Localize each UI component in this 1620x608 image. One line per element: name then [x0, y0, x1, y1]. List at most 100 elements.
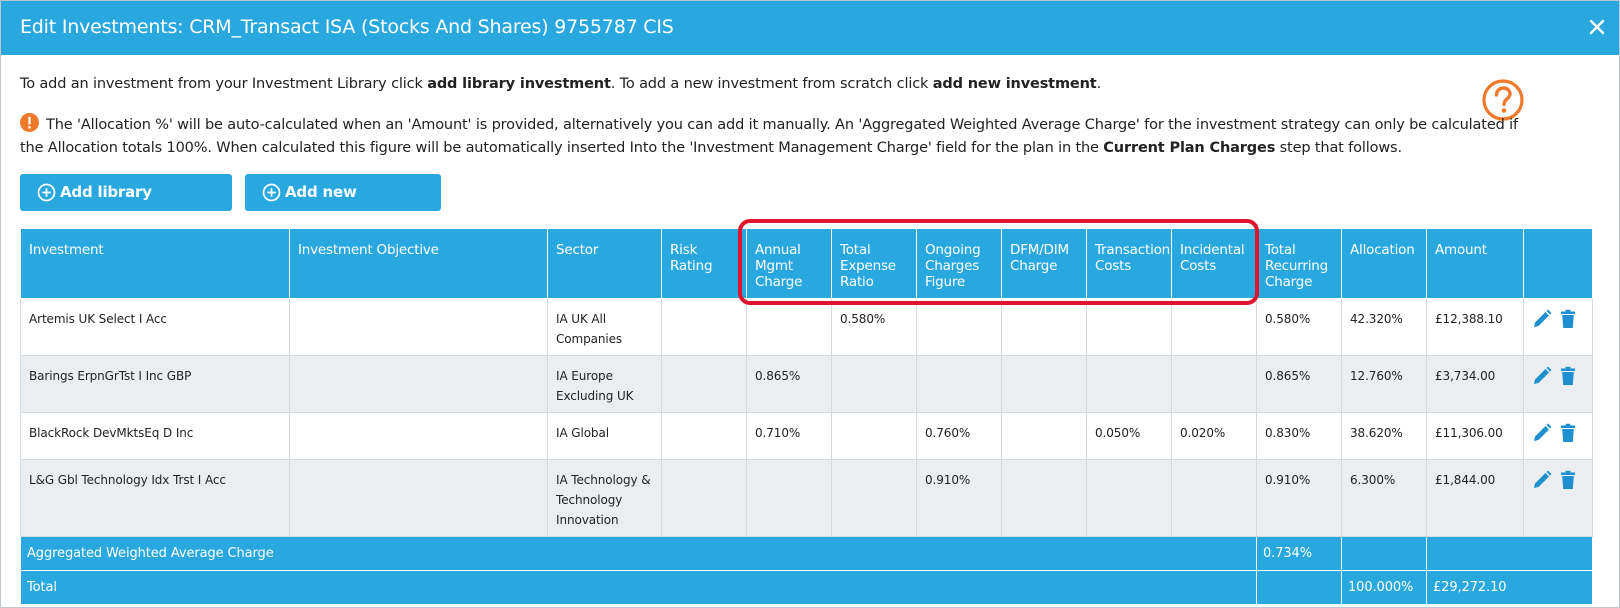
awac-empty	[1341, 536, 1427, 571]
cell-objective	[289, 355, 548, 413]
table-header-row: Investment Investment Objective Sector R…	[20, 228, 1593, 299]
cell-ongoing-charges-figure: 0.760%	[916, 412, 1002, 460]
edit-pencil-icon[interactable]	[1532, 470, 1552, 490]
col-header-risk-rating[interactable]: Risk Rating	[661, 228, 747, 299]
add-new-investment-button[interactable]: Add new investment	[245, 174, 441, 238]
cell-risk-rating	[661, 459, 747, 537]
edit-pencil-icon[interactable]	[1532, 423, 1552, 443]
cell-ongoing-charges-figure	[916, 298, 1002, 356]
table-row[interactable]: Barings ErpnGrTst I Inc GBP IA Europe Ex…	[20, 355, 1593, 413]
cell-ongoing-charges-figure: 0.910%	[916, 459, 1002, 537]
total-amount: £29,272.10	[1426, 570, 1593, 605]
cell-sector: IA UK All Companies	[547, 298, 662, 356]
cell-sector: IA Europe Excluding UK	[547, 355, 662, 413]
cell-allocation: 42.320%	[1341, 298, 1427, 356]
col-header-total-recurring-charge[interactable]: Total Recurring Charge	[1256, 228, 1342, 299]
col-header-objective[interactable]: Investment Objective	[289, 228, 548, 299]
col-header-amount[interactable]: Amount	[1426, 228, 1524, 299]
awac-label: Aggregated Weighted Average Charge	[20, 536, 1257, 571]
cell-amount: £12,388.10	[1426, 298, 1524, 356]
cell-transaction-costs	[1086, 459, 1172, 537]
col-header-transaction-costs[interactable]: Transaction Costs	[1086, 228, 1172, 299]
cell-dfm-dim-charge	[1001, 459, 1087, 537]
cell-transaction-costs	[1086, 355, 1172, 413]
delete-trash-icon[interactable]	[1558, 470, 1578, 490]
cell-total-recurring-charge: 0.580%	[1256, 298, 1342, 356]
cell-sector: IA Technology & Technology Innovation	[547, 459, 662, 537]
cell-incidental-costs	[1171, 459, 1257, 537]
intro-text: To add an investment from your Investmen…	[20, 74, 1101, 94]
intro-text-part: To add an investment from your Investmen…	[20, 76, 428, 92]
total-row: Total 100.000% £29,272.10	[20, 570, 1593, 605]
cell-actions	[1523, 355, 1593, 413]
cell-investment: BlackRock DevMktsEq D Inc	[20, 412, 290, 460]
cell-total-expense-ratio	[831, 459, 917, 537]
total-empty	[1256, 570, 1342, 605]
table-row[interactable]: L&G Gbl Technology Idx Trst I Acc IA Tec…	[20, 459, 1593, 537]
intro-bold-library: add library investment	[427, 76, 611, 92]
delete-trash-icon[interactable]	[1558, 423, 1578, 443]
total-allocation: 100.000%	[1341, 570, 1427, 605]
investments-table: Investment Investment Objective Sector R…	[20, 228, 1593, 605]
edit-pencil-icon[interactable]	[1532, 366, 1552, 386]
col-header-dfm-dim-charge[interactable]: DFM/DIM Charge	[1001, 228, 1087, 299]
total-label: Total	[20, 570, 1257, 605]
add-library-investment-button[interactable]: Add library investment	[20, 174, 232, 238]
cell-risk-rating	[661, 355, 747, 413]
cell-annual-mgmt-charge: 0.865%	[746, 355, 832, 413]
cell-objective	[289, 412, 548, 460]
cell-total-recurring-charge: 0.830%	[1256, 412, 1342, 460]
cell-amount: £11,306.00	[1426, 412, 1524, 460]
col-header-actions	[1523, 228, 1593, 299]
cell-dfm-dim-charge	[1001, 298, 1087, 356]
plus-circle-icon	[37, 183, 56, 202]
allocation-note: The 'Allocation %' will be auto-calculat…	[20, 113, 1520, 160]
cell-actions	[1523, 298, 1593, 356]
cell-risk-rating	[661, 298, 747, 356]
cell-annual-mgmt-charge	[746, 459, 832, 537]
close-icon[interactable]	[1585, 15, 1609, 39]
cell-actions	[1523, 412, 1593, 460]
cell-ongoing-charges-figure	[916, 355, 1002, 413]
cell-risk-rating	[661, 412, 747, 460]
cell-total-expense-ratio	[831, 355, 917, 413]
col-header-ongoing-charges-figure[interactable]: Ongoing Charges Figure	[916, 228, 1002, 299]
col-header-investment[interactable]: Investment	[20, 228, 290, 299]
col-header-annual-mgmt-charge[interactable]: Annual Mgmt Charge	[746, 228, 832, 299]
intro-text-part: . To add a new investment from scratch c…	[610, 76, 933, 92]
col-header-allocation[interactable]: Allocation	[1341, 228, 1427, 299]
edit-pencil-icon[interactable]	[1532, 309, 1552, 329]
cell-incidental-costs	[1171, 355, 1257, 413]
cell-annual-mgmt-charge: 0.710%	[746, 412, 832, 460]
cell-investment: Barings ErpnGrTst I Inc GBP	[20, 355, 290, 413]
cell-allocation: 6.300%	[1341, 459, 1427, 537]
delete-trash-icon[interactable]	[1558, 309, 1578, 329]
cell-amount: £3,734.00	[1426, 355, 1524, 413]
cell-allocation: 38.620%	[1341, 412, 1427, 460]
cell-total-expense-ratio	[831, 412, 917, 460]
cell-transaction-costs	[1086, 298, 1172, 356]
plus-circle-icon	[262, 183, 281, 202]
awac-empty	[1426, 536, 1593, 571]
cell-investment: L&G Gbl Technology Idx Trst I Acc	[20, 459, 290, 537]
note-text-part: step that follows.	[1275, 140, 1402, 156]
col-header-sector[interactable]: Sector	[547, 228, 662, 299]
awac-value: 0.734%	[1256, 536, 1342, 571]
table-row[interactable]: Artemis UK Select I Acc IA UK All Compan…	[20, 298, 1593, 356]
cell-incidental-costs	[1171, 298, 1257, 356]
dialog-title: Edit Investments: CRM_Transact ISA (Stoc…	[20, 16, 674, 38]
table-row[interactable]: BlackRock DevMktsEq D Inc IA Global 0.71…	[20, 412, 1593, 460]
col-header-incidental-costs[interactable]: Incidental Costs	[1171, 228, 1257, 299]
cell-investment: Artemis UK Select I Acc	[20, 298, 290, 356]
col-header-total-expense-ratio[interactable]: Total Expense Ratio	[831, 228, 917, 299]
cell-dfm-dim-charge	[1001, 412, 1087, 460]
aggregated-charge-row: Aggregated Weighted Average Charge 0.734…	[20, 536, 1593, 571]
cell-objective	[289, 298, 548, 356]
cell-objective	[289, 459, 548, 537]
cell-total-recurring-charge: 0.865%	[1256, 355, 1342, 413]
cell-allocation: 12.760%	[1341, 355, 1427, 413]
delete-trash-icon[interactable]	[1558, 366, 1578, 386]
intro-bold-new: add new investment	[932, 76, 1097, 92]
cell-actions	[1523, 459, 1593, 537]
dialog-titlebar: Edit Investments: CRM_Transact ISA (Stoc…	[1, 1, 1619, 55]
